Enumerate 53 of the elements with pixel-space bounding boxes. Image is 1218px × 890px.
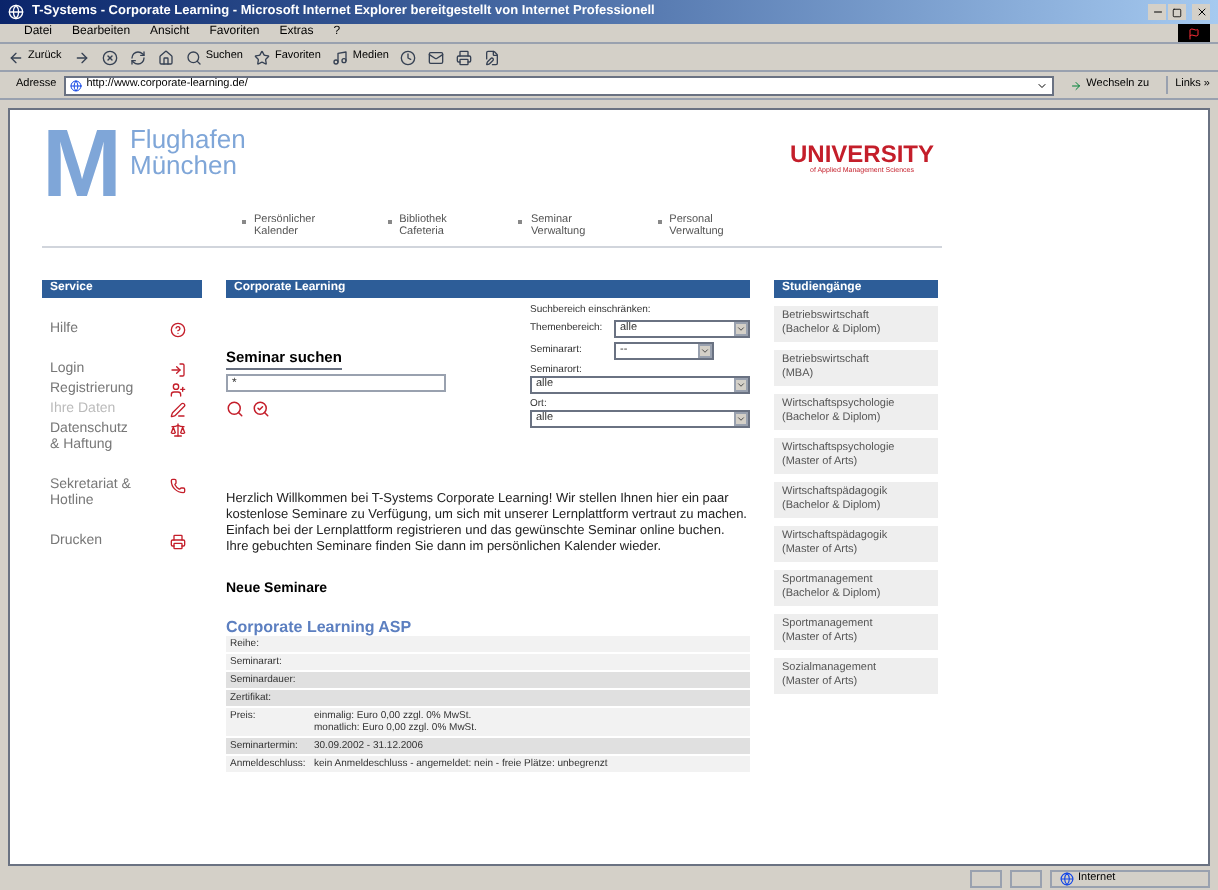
star-icon (254, 49, 271, 65)
music-note-icon (332, 49, 349, 65)
dropdown-arrow-icon (698, 344, 712, 358)
pen-document-icon (484, 49, 501, 65)
extended-search-button[interactable] (252, 400, 270, 419)
refresh-icon (129, 49, 146, 65)
search-icon (185, 49, 202, 65)
logo-text: München (129, 152, 237, 178)
go-arrow-icon (1070, 79, 1083, 91)
toolbar-button[interactable] (129, 49, 146, 65)
internet-zone-icon (1060, 871, 1074, 885)
minimize-button[interactable] (1148, 4, 1166, 20)
stop-icon (101, 49, 118, 65)
toolbar-button[interactable] (428, 49, 445, 65)
minimize-icon (1151, 6, 1163, 18)
phone-icon (170, 478, 186, 494)
logo-letter: M (42, 126, 122, 206)
maximize-icon (1172, 7, 1182, 17)
maximize-button[interactable] (1168, 4, 1186, 20)
search-check-icon (252, 400, 270, 419)
login-icon (170, 362, 186, 378)
printer-icon (456, 49, 473, 65)
dropdown-arrow-icon (734, 412, 748, 426)
status-pane (1010, 869, 1042, 887)
forward-arrow-icon (73, 49, 90, 65)
scales-icon (170, 422, 186, 438)
printer-icon (170, 534, 186, 550)
search-icon (226, 400, 244, 419)
status-pane (970, 869, 1002, 887)
clock-icon (400, 49, 417, 65)
mail-icon (428, 49, 445, 65)
university-logo-text: UNIVERSITY (789, 142, 934, 166)
toolbar-button[interactable] (73, 49, 90, 65)
close-button[interactable] (1192, 4, 1210, 20)
user-plus-icon (170, 382, 186, 398)
page-icon (70, 79, 83, 91)
windows-logo (1178, 24, 1210, 42)
toolbar-button[interactable] (456, 49, 473, 65)
help-icon (170, 322, 186, 338)
toolbar-button[interactable] (400, 49, 417, 65)
close-icon (1195, 6, 1207, 18)
toolbar-button[interactable] (484, 49, 501, 65)
toolbar-button[interactable] (101, 49, 118, 65)
dropdown-arrow-icon (734, 322, 748, 336)
search-button[interactable] (226, 400, 244, 419)
toolbar-button[interactable] (157, 49, 174, 65)
dropdown-arrow-icon (734, 378, 748, 392)
logo-text: Flughafen (129, 126, 246, 152)
pen-icon (170, 402, 186, 418)
browser-icon (8, 4, 24, 20)
home-icon (157, 49, 174, 65)
back-arrow-icon (8, 49, 24, 65)
seminar-link[interactable]: Corporate Learning ASP (226, 617, 750, 635)
